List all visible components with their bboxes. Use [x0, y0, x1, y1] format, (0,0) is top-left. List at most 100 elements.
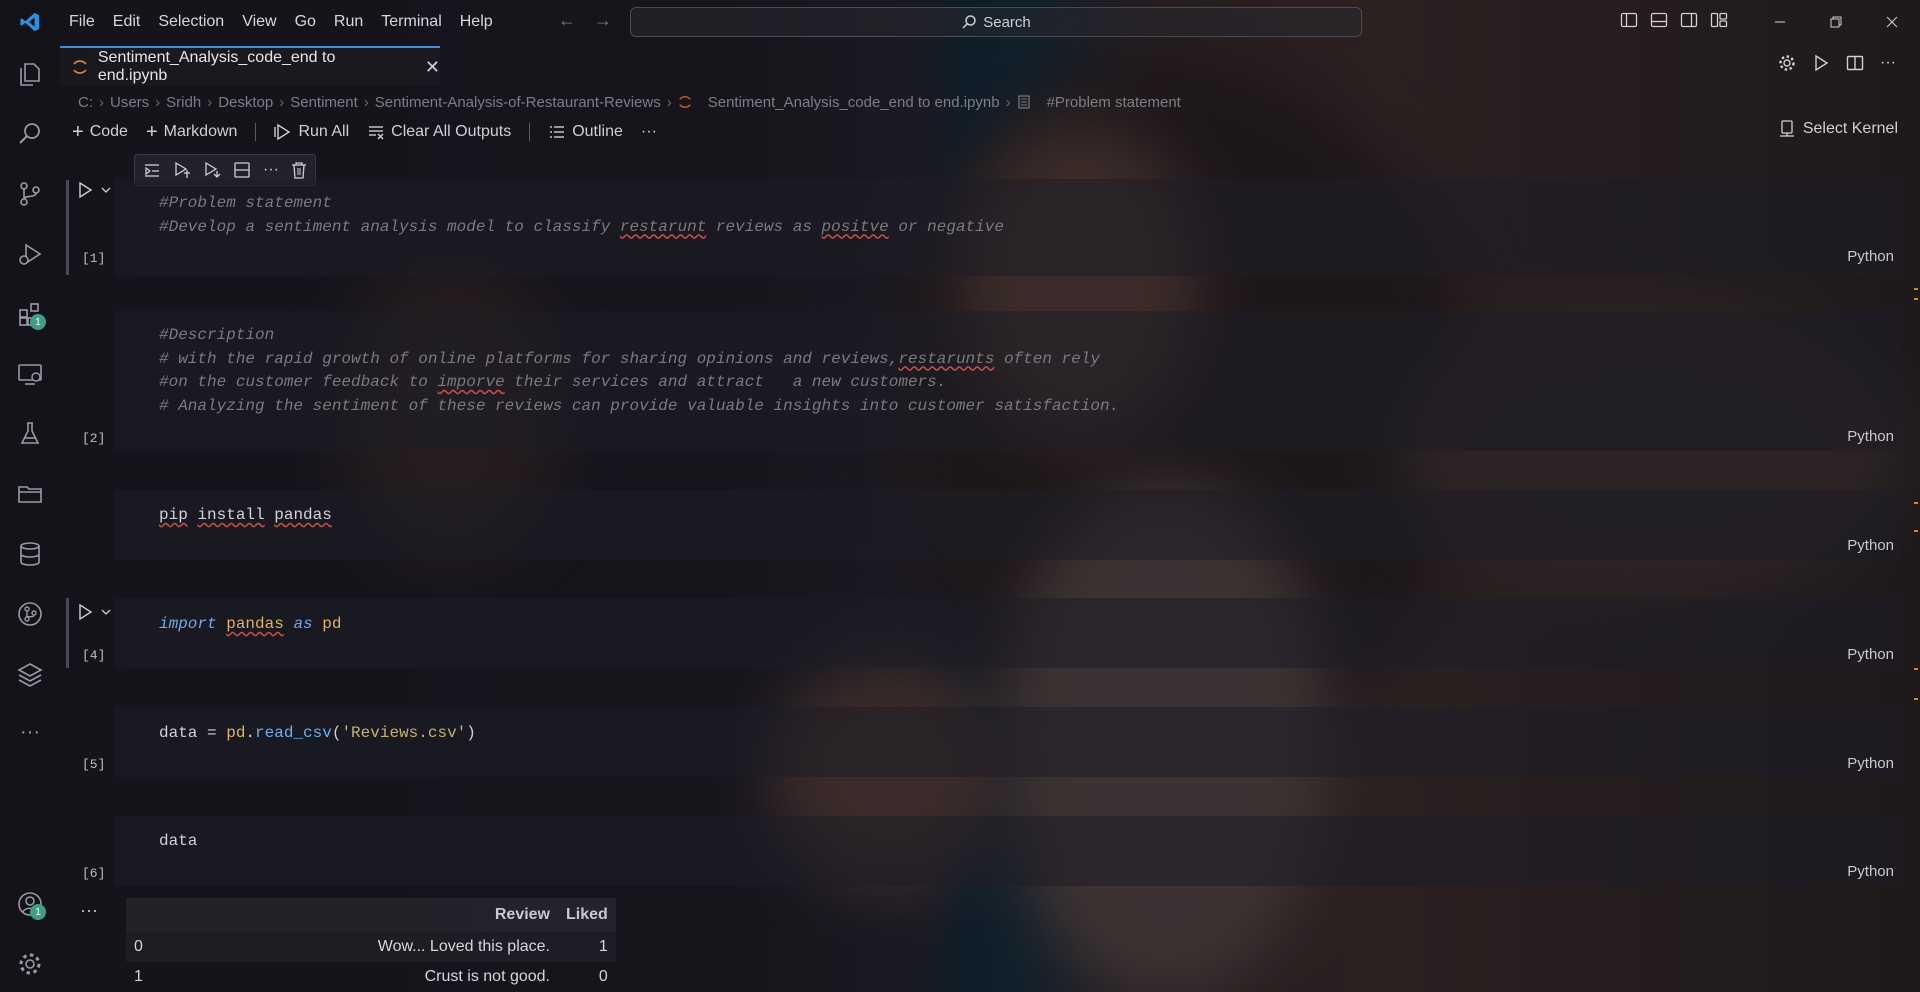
- customize-layout-icon[interactable]: [1710, 11, 1728, 29]
- breadcrumb-item[interactable]: Users: [110, 94, 149, 111]
- breadcrumb-item[interactable]: #Problem statement: [1047, 94, 1181, 111]
- editor-scrollbar[interactable]: [1914, 150, 1920, 992]
- tab-notebook[interactable]: Sentiment_Analysis_code_end to end.ipynb…: [60, 46, 440, 86]
- execute-above-icon[interactable]: [143, 162, 161, 178]
- table-row: 1 Crust is not good. 0: [126, 962, 616, 992]
- menu-go[interactable]: Go: [286, 0, 325, 44]
- breadcrumb-item[interactable]: Sentiment-Analysis-of-Restaurant-Reviews: [375, 94, 661, 111]
- table-row: 0 Wow... Loved this place. 1: [126, 932, 616, 962]
- menu-bar: File Edit Selection View Go Run Terminal…: [60, 0, 502, 44]
- search-placeholder: Search: [983, 13, 1031, 31]
- select-kernel-button[interactable]: Select Kernel: [1779, 120, 1898, 138]
- toolbar-more-icon[interactable]: ···: [641, 123, 657, 141]
- more-views-icon[interactable]: ···: [12, 714, 48, 750]
- breadcrumb-item[interactable]: Sentiment_Analysis_code_end to end.ipynb: [708, 94, 1000, 111]
- cell-code[interactable]: data: [159, 830, 197, 854]
- run-icon[interactable]: [1812, 54, 1830, 72]
- cell-code[interactable]: #Description # with the rapid growth of …: [159, 324, 1119, 418]
- cell-code[interactable]: import pandas as pd: [159, 613, 341, 637]
- code-cell[interactable]: [114, 490, 1900, 560]
- breadcrumb-item[interactable]: Sridh: [166, 94, 201, 111]
- search-view-icon[interactable]: [12, 116, 48, 152]
- toggle-secondary-sidebar-icon[interactable]: [1680, 11, 1698, 29]
- cell-language[interactable]: Python: [1847, 755, 1894, 772]
- cell-language[interactable]: Python: [1847, 537, 1894, 554]
- cell-language[interactable]: Python: [1847, 428, 1894, 445]
- chevron-down-icon[interactable]: [100, 184, 112, 196]
- table-cell: 0: [126, 932, 342, 962]
- manage-gear-icon[interactable]: [12, 946, 48, 982]
- execute-below-icon[interactable]: [203, 161, 221, 179]
- forward-arrow-icon[interactable]: →: [594, 10, 612, 31]
- cell-language[interactable]: Python: [1847, 863, 1894, 880]
- breadcrumb-item[interactable]: C:: [78, 94, 93, 111]
- run-debug-icon[interactable]: [12, 236, 48, 272]
- restore-button[interactable]: [1808, 0, 1864, 44]
- kernel-icon: [1779, 120, 1794, 137]
- menu-selection[interactable]: Selection: [149, 0, 233, 44]
- source-control-icon[interactable]: [12, 176, 48, 212]
- back-arrow-icon[interactable]: ←: [558, 10, 576, 31]
- breadcrumb-item[interactable]: Desktop: [218, 94, 273, 111]
- outline-button[interactable]: Outline: [548, 123, 623, 141]
- folder-icon[interactable]: [12, 476, 48, 512]
- cell-focus-indicator: [66, 598, 69, 668]
- menu-terminal[interactable]: Terminal: [372, 0, 450, 44]
- minimize-button[interactable]: [1752, 0, 1808, 44]
- run-all-button[interactable]: Run All: [274, 123, 349, 141]
- settings-gear-icon[interactable]: [1778, 54, 1796, 72]
- delete-cell-trash-icon[interactable]: [291, 161, 307, 179]
- close-window-button[interactable]: [1864, 0, 1920, 44]
- cell-more-icon[interactable]: ···: [263, 161, 279, 179]
- table-header-cell: [126, 898, 342, 932]
- close-tab-icon[interactable]: ✕: [425, 57, 440, 78]
- git-graph-icon[interactable]: [12, 596, 48, 632]
- split-editor-icon[interactable]: [1846, 54, 1864, 72]
- execution-count: [1]: [82, 251, 106, 266]
- search-box[interactable]: Search: [630, 7, 1362, 37]
- tab-label: Sentiment_Analysis_code_end to end.ipynb: [97, 49, 336, 84]
- execute-cell-and-below-icon[interactable]: [173, 161, 191, 179]
- table-cell: Wow... Loved this place.: [342, 932, 558, 962]
- table-header-cell: Liked: [558, 898, 616, 932]
- more-actions-icon[interactable]: ···: [1880, 54, 1896, 72]
- menu-view[interactable]: View: [233, 0, 285, 44]
- toggle-primary-sidebar-icon[interactable]: [1620, 11, 1638, 29]
- menu-run[interactable]: Run: [325, 0, 372, 44]
- markdown-cell-icon: [1017, 95, 1030, 109]
- add-code-cell-button[interactable]: + Code: [72, 121, 128, 144]
- database-icon[interactable]: [12, 536, 48, 572]
- menu-help[interactable]: Help: [451, 0, 502, 44]
- output-more-icon[interactable]: ···: [80, 900, 98, 921]
- add-markdown-cell-button[interactable]: + Markdown: [146, 121, 238, 144]
- execution-count: [2]: [82, 431, 106, 446]
- title-bar: File Edit Selection View Go Run Terminal…: [0, 0, 1920, 44]
- accounts-icon[interactable]: 1: [12, 886, 48, 922]
- cell-language[interactable]: Python: [1847, 646, 1894, 663]
- cell-focus-indicator: [66, 180, 69, 275]
- run-cell-button[interactable]: [76, 603, 112, 621]
- extensions-icon[interactable]: 1: [12, 296, 48, 332]
- menu-edit[interactable]: Edit: [104, 0, 150, 44]
- split-cell-icon[interactable]: [233, 161, 251, 179]
- chevron-down-icon[interactable]: [100, 606, 112, 618]
- remote-explorer-icon[interactable]: [12, 356, 48, 392]
- cell-code[interactable]: #Problem statement #Develop a sentiment …: [159, 192, 1004, 239]
- jupyter-icon: [678, 95, 691, 109]
- code-cell[interactable]: [114, 598, 1900, 668]
- breadcrumb-item[interactable]: Sentiment: [290, 94, 358, 111]
- code-cell[interactable]: [114, 816, 1900, 886]
- clear-all-outputs-button[interactable]: Clear All Outputs: [367, 123, 511, 141]
- run-cell-button[interactable]: [76, 181, 112, 199]
- cell-code[interactable]: pip install pandas: [159, 504, 332, 528]
- dataframe-output-table: Review Liked 0 Wow... Loved this place. …: [126, 898, 616, 992]
- explorer-icon[interactable]: [12, 56, 48, 92]
- execution-count: [5]: [82, 757, 106, 772]
- testing-flask-icon[interactable]: [12, 416, 48, 452]
- menu-file[interactable]: File: [60, 0, 104, 44]
- cell-code[interactable]: data = pd.read_csv('Reviews.csv'): [159, 722, 476, 746]
- toggle-panel-icon[interactable]: [1650, 11, 1668, 29]
- cell-language[interactable]: Python: [1847, 248, 1894, 265]
- outline-list-icon: [550, 126, 565, 138]
- layers-icon[interactable]: [12, 656, 48, 692]
